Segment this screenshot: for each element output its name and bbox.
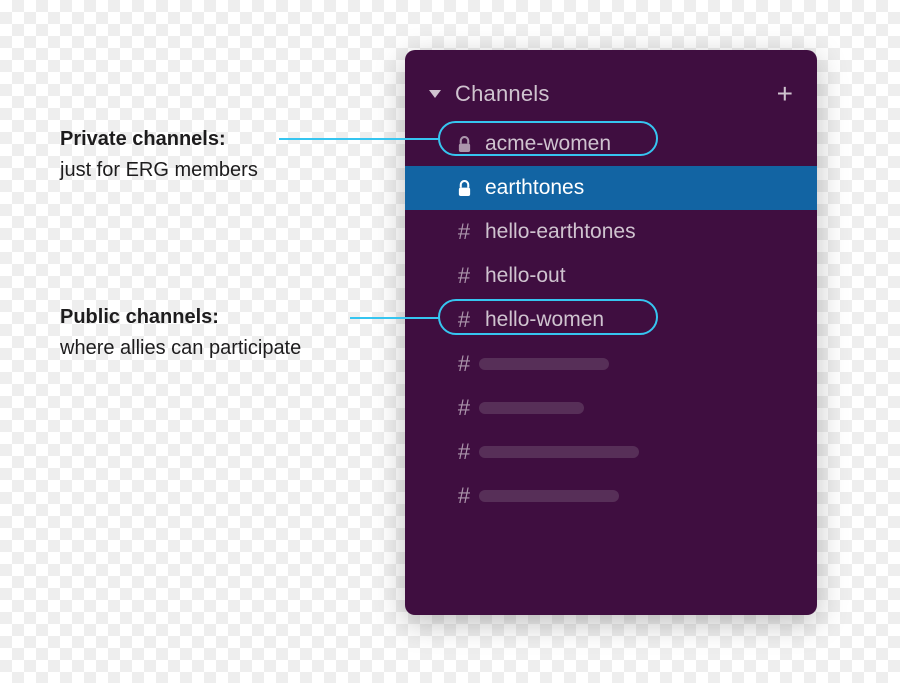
hash-icon: # <box>449 219 479 245</box>
leader-line-private <box>279 138 439 140</box>
callout-private: Private channels: just for ERG members <box>60 124 258 186</box>
leader-line-public <box>350 317 439 319</box>
channel-name: hello-women <box>485 308 604 332</box>
callout-public: Public channels: where allies can partic… <box>60 302 301 364</box>
hash-icon: # <box>449 351 479 377</box>
caret-down-icon <box>429 90 441 98</box>
lock-icon <box>449 136 479 153</box>
channel-hello-earthtones[interactable]: # hello-earthtones <box>405 210 817 254</box>
channel-hello-women[interactable]: # hello-women <box>405 298 817 342</box>
placeholder-bar <box>479 358 609 370</box>
channel-placeholder: # <box>405 430 817 474</box>
channel-placeholder: # <box>405 474 817 518</box>
hash-icon: # <box>449 439 479 465</box>
hash-icon: # <box>449 483 479 509</box>
channel-name: acme-women <box>485 132 611 156</box>
channel-placeholder: # <box>405 386 817 430</box>
channels-header[interactable]: Channels + <box>405 70 817 122</box>
channel-name: earthtones <box>485 176 584 200</box>
channel-hello-out[interactable]: # hello-out <box>405 254 817 298</box>
add-channel-button[interactable]: + <box>777 80 793 108</box>
placeholder-bar <box>479 402 584 414</box>
hash-icon: # <box>449 395 479 421</box>
channel-name: hello-out <box>485 264 566 288</box>
lock-icon <box>449 180 479 197</box>
placeholder-bar <box>479 446 639 458</box>
channels-section-title: Channels <box>455 81 777 107</box>
channels-sidebar: Channels + acme-women earthtones # hello… <box>405 50 817 615</box>
channel-placeholder: # <box>405 342 817 386</box>
channel-acme-women[interactable]: acme-women <box>405 122 817 166</box>
hash-icon: # <box>449 307 479 333</box>
callout-heading: Private channels: <box>60 124 258 155</box>
callout-body: where allies can participate <box>60 333 301 364</box>
placeholder-bar <box>479 490 619 502</box>
callout-body: just for ERG members <box>60 155 258 186</box>
channel-earthtones[interactable]: earthtones <box>405 166 817 210</box>
channel-name: hello-earthtones <box>485 220 636 244</box>
hash-icon: # <box>449 263 479 289</box>
callout-heading: Public channels: <box>60 302 301 333</box>
